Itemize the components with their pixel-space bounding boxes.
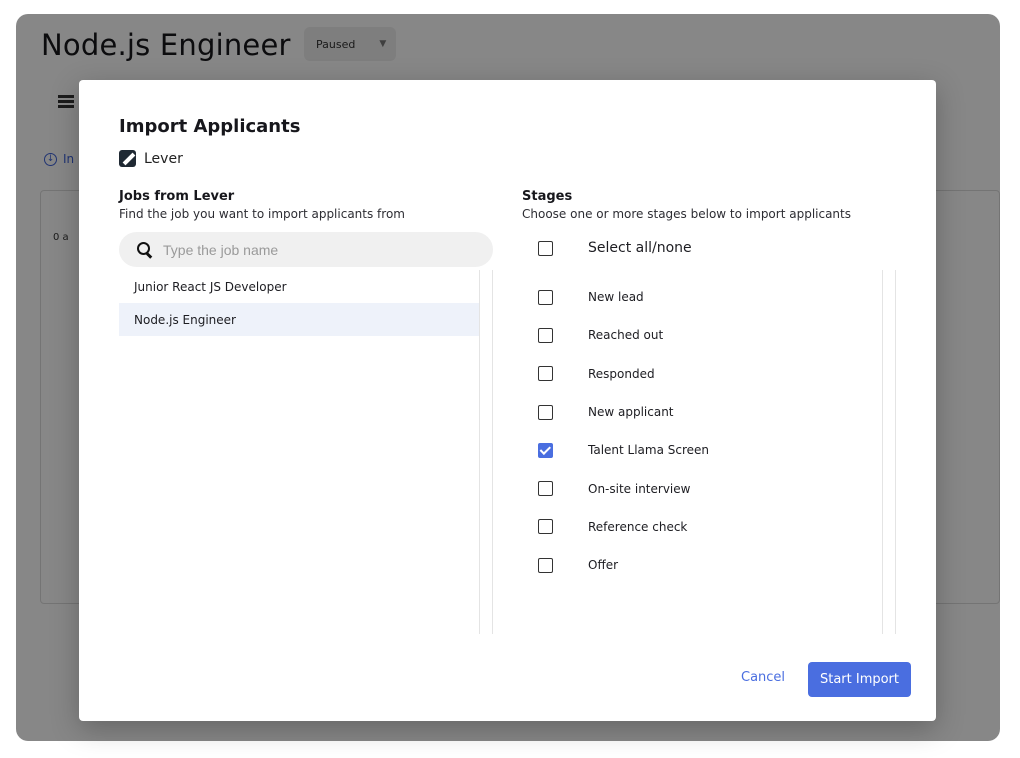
jobs-section-subtitle: Find the job you want to import applican… xyxy=(119,207,405,221)
select-all-label: Select all/none xyxy=(588,240,692,256)
job-search-input[interactable] xyxy=(163,241,463,258)
search-icon xyxy=(137,242,152,257)
stage-checkbox[interactable] xyxy=(538,327,553,343)
lever-logo-icon xyxy=(119,150,136,167)
stage-row[interactable]: On-site interview xyxy=(538,469,882,507)
jobs-section: Jobs from Lever Find the job you want to… xyxy=(119,189,493,267)
stage-checkbox[interactable] xyxy=(538,519,553,535)
job-list-item-label: Junior React JS Developer xyxy=(134,279,287,294)
job-list-item[interactable]: Junior React JS Developer xyxy=(119,270,479,303)
stage-checkbox[interactable] xyxy=(538,404,553,420)
cancel-button[interactable]: Cancel xyxy=(741,670,785,685)
stage-row[interactable]: Offer xyxy=(538,546,882,584)
stages-section-title: Stages xyxy=(522,189,573,204)
select-all-row[interactable]: Select all/none xyxy=(538,240,692,256)
stage-checkbox[interactable] xyxy=(538,481,553,497)
stage-row[interactable]: New lead xyxy=(538,278,882,316)
stage-label: New applicant xyxy=(588,405,674,420)
stage-label: On-site interview xyxy=(588,481,691,496)
stage-label: Reached out xyxy=(588,328,664,343)
job-list-item-label: Node.js Engineer xyxy=(134,312,236,327)
stages-section-subtitle: Choose one or more stages below to impor… xyxy=(522,207,851,221)
stage-row[interactable]: New applicant xyxy=(538,393,882,431)
stage-checkbox-checked[interactable] xyxy=(538,442,553,458)
select-all-checkbox[interactable] xyxy=(538,240,553,256)
stage-row[interactable]: Reference check xyxy=(538,508,882,546)
jobs-section-title: Jobs from Lever xyxy=(119,189,235,204)
stage-label: Offer xyxy=(588,558,619,573)
stage-label: New lead xyxy=(588,290,644,305)
stages-section: Stages Choose one or more stages below t… xyxy=(522,189,902,221)
stage-label: Reference check xyxy=(588,519,688,534)
start-import-button[interactable]: Start Import xyxy=(808,662,911,697)
stage-list-scrollbar[interactable] xyxy=(882,270,896,634)
stage-checkbox[interactable] xyxy=(538,366,553,382)
import-applicants-modal: Import Applicants Lever Jobs from Lever … xyxy=(79,80,936,721)
stage-checkbox[interactable] xyxy=(538,557,553,573)
stage-checkbox[interactable] xyxy=(538,289,553,305)
job-list-item-selected[interactable]: Node.js Engineer xyxy=(119,303,479,336)
stage-row[interactable]: Reached out xyxy=(538,316,882,354)
stage-list: New lead Reached out Responded New appli… xyxy=(538,278,882,584)
stage-row[interactable]: Talent Llama Screen xyxy=(538,431,882,469)
stage-row[interactable]: Responded xyxy=(538,355,882,393)
stage-label: Responded xyxy=(588,366,655,381)
job-list-scrollbar[interactable] xyxy=(480,270,493,634)
job-search-bar[interactable] xyxy=(119,232,493,267)
provider-label: Lever xyxy=(119,150,183,167)
provider-name: Lever xyxy=(144,150,183,167)
stage-label: Talent Llama Screen xyxy=(588,443,710,458)
job-list: Junior React JS Developer Node.js Engine… xyxy=(119,270,480,634)
modal-title: Import Applicants xyxy=(119,116,301,137)
